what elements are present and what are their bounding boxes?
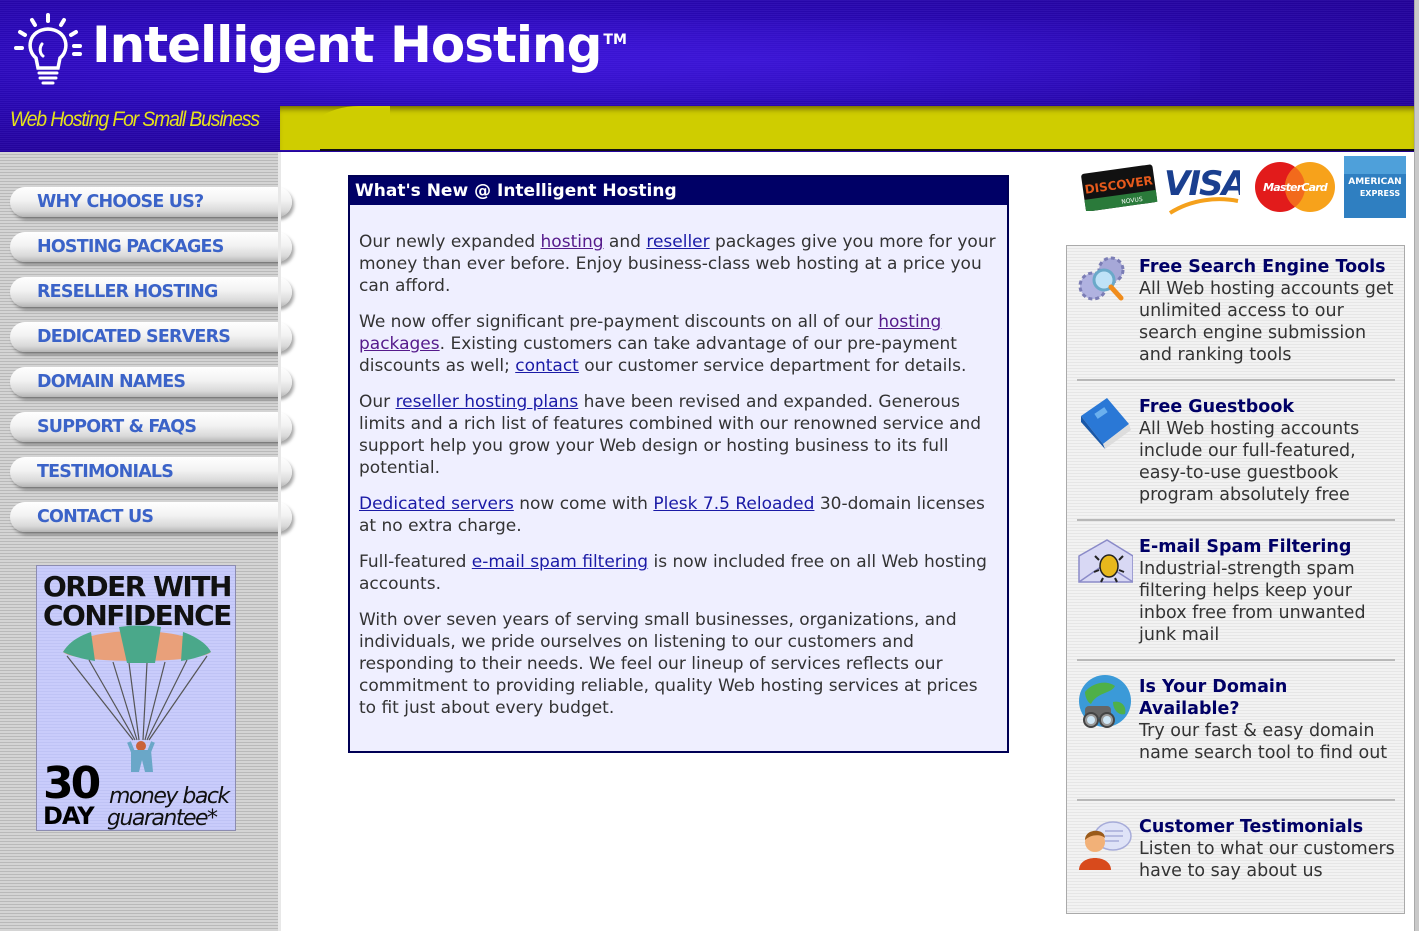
globe-binoculars-icon: [1079, 675, 1131, 728]
nav-domain-names[interactable]: DOMAIN NAMES: [10, 367, 292, 397]
nav-dedicated-servers[interactable]: DEDICATED SERVERS: [10, 322, 292, 352]
discover-card-icon: DISCOVER NOVUS: [1080, 163, 1158, 212]
news-paragraph: With over seven years of serving small b…: [359, 609, 999, 719]
feature-desc: All Web hosting accounts include our ful…: [1139, 419, 1360, 505]
text: Full-featured: [359, 552, 472, 572]
promo-line2: guarantee*: [107, 806, 218, 831]
text: Our newly expanded: [359, 232, 541, 252]
tagline: Web Hosting For Small Business: [10, 108, 260, 131]
divider: [1077, 659, 1395, 661]
nav-hosting-packages[interactable]: HOSTING PACKAGES: [10, 232, 292, 262]
site-header: Intelligent Hosting TM Web Hosting For S…: [0, 0, 1414, 152]
nav-why-choose-us[interactable]: WHY CHOOSE US?: [10, 187, 292, 217]
nav-contact-us[interactable]: CONTACT US: [10, 502, 292, 532]
news-paragraph: We now offer significant pre-payment dis…: [359, 311, 999, 377]
feature-desc: Listen to what our customers have to say…: [1139, 839, 1395, 881]
text: We now offer significant pre-payment dis…: [359, 312, 879, 332]
visa-card-icon: VISA: [1162, 159, 1248, 217]
trademark: TM: [603, 32, 627, 48]
news-paragraph: Our reseller hosting plans have been rev…: [359, 391, 999, 479]
link-dedicated-servers[interactable]: Dedicated servers: [359, 494, 514, 514]
feature-title[interactable]: Free Search Engine Tools: [1139, 256, 1386, 278]
link-hosting[interactable]: hosting: [541, 232, 604, 252]
person-speech-icon: [1079, 821, 1132, 870]
nav-testimonials[interactable]: TESTIMONIALS: [10, 457, 292, 487]
logo-text: Intelligent Hosting: [92, 16, 602, 74]
link-spam-filtering[interactable]: e-mail spam filtering: [472, 552, 648, 572]
link-contact[interactable]: contact: [515, 356, 579, 376]
lightbulb-icon: [14, 13, 82, 85]
header-yellow-band: [280, 106, 1414, 150]
link-reseller[interactable]: reseller: [646, 232, 709, 252]
gears-magnifier-icon: [1078, 256, 1125, 301]
features-panel: Free Search Engine Tools All Web hosting…: [1066, 245, 1405, 914]
header-divider: [320, 149, 1414, 151]
link-reseller-hosting-plans[interactable]: reseller hosting plans: [396, 392, 579, 412]
svg-text:MasterCard: MasterCard: [1263, 181, 1328, 194]
promo-number: 30: [43, 758, 101, 809]
book-icon: [1081, 398, 1131, 449]
mastercard-icon: MasterCard: [1254, 161, 1336, 213]
whats-new-title: What's New @ Intelligent Hosting: [350, 177, 1007, 205]
text: Our: [359, 392, 396, 412]
whats-new-panel: What's New @ Intelligent Hosting Our new…: [348, 175, 1009, 753]
text: and: [603, 232, 647, 252]
nav-support-faqs[interactable]: SUPPORT & FAQS: [10, 412, 292, 442]
nav-reseller-hosting[interactable]: RESELLER HOSTING: [10, 277, 292, 307]
feature-title[interactable]: E-mail Spam Filtering: [1139, 536, 1351, 558]
svg-text:AMERICAN: AMERICAN: [1348, 177, 1401, 187]
feature-title[interactable]: Customer Testimonials: [1139, 816, 1363, 838]
text: our customer service department for deta…: [578, 356, 967, 376]
news-paragraph: Dedicated servers now come with Plesk 7.…: [359, 493, 999, 537]
text: now come with: [513, 494, 654, 514]
news-paragraph: Our newly expanded hosting and reseller …: [359, 231, 999, 297]
amex-card-icon: AMERICAN EXPRESS: [1344, 156, 1406, 218]
promo-unit: DAY: [43, 802, 95, 830]
link-plesk[interactable]: Plesk 7.5 Reloaded: [653, 494, 814, 514]
money-back-guarantee-banner[interactable]: ORDER WITH CONFIDENCE 30 DAY money back …: [36, 565, 236, 831]
feature-desc: Try our fast & easy domain name search t…: [1139, 721, 1388, 763]
feature-desc: All Web hosting accounts get unlimited a…: [1139, 279, 1394, 365]
promo-title-line1: ORDER WITH: [43, 570, 232, 603]
main-nav: WHY CHOOSE US? HOSTING PACKAGES RESELLER…: [10, 187, 292, 547]
divider: [1077, 519, 1395, 521]
page-scrollbar-edge: [1414, 0, 1419, 931]
sidebar: WHY CHOOSE US? HOSTING PACKAGES RESELLER…: [0, 152, 292, 931]
accepted-cards: DISCOVER NOVUS VISA MasterCard AMERICAN …: [1076, 155, 1408, 220]
feature-title[interactable]: Free Guestbook: [1139, 396, 1294, 418]
divider: [1077, 379, 1395, 381]
news-paragraph: Full-featured e-mail spam filtering is n…: [359, 551, 999, 595]
whats-new-body: Our newly expanded hosting and reseller …: [350, 205, 1007, 719]
site-logo[interactable]: Intelligent Hosting TM: [12, 12, 627, 86]
divider: [1077, 799, 1395, 801]
text: With over seven years of serving small b…: [359, 610, 978, 718]
svg-text:EXPRESS: EXPRESS: [1360, 189, 1401, 198]
feature-desc: Industrial-strength spam filtering helps…: [1139, 559, 1366, 645]
envelope-bug-icon: [1078, 539, 1133, 583]
feature-title[interactable]: Is Your Domain Available?: [1139, 676, 1359, 720]
